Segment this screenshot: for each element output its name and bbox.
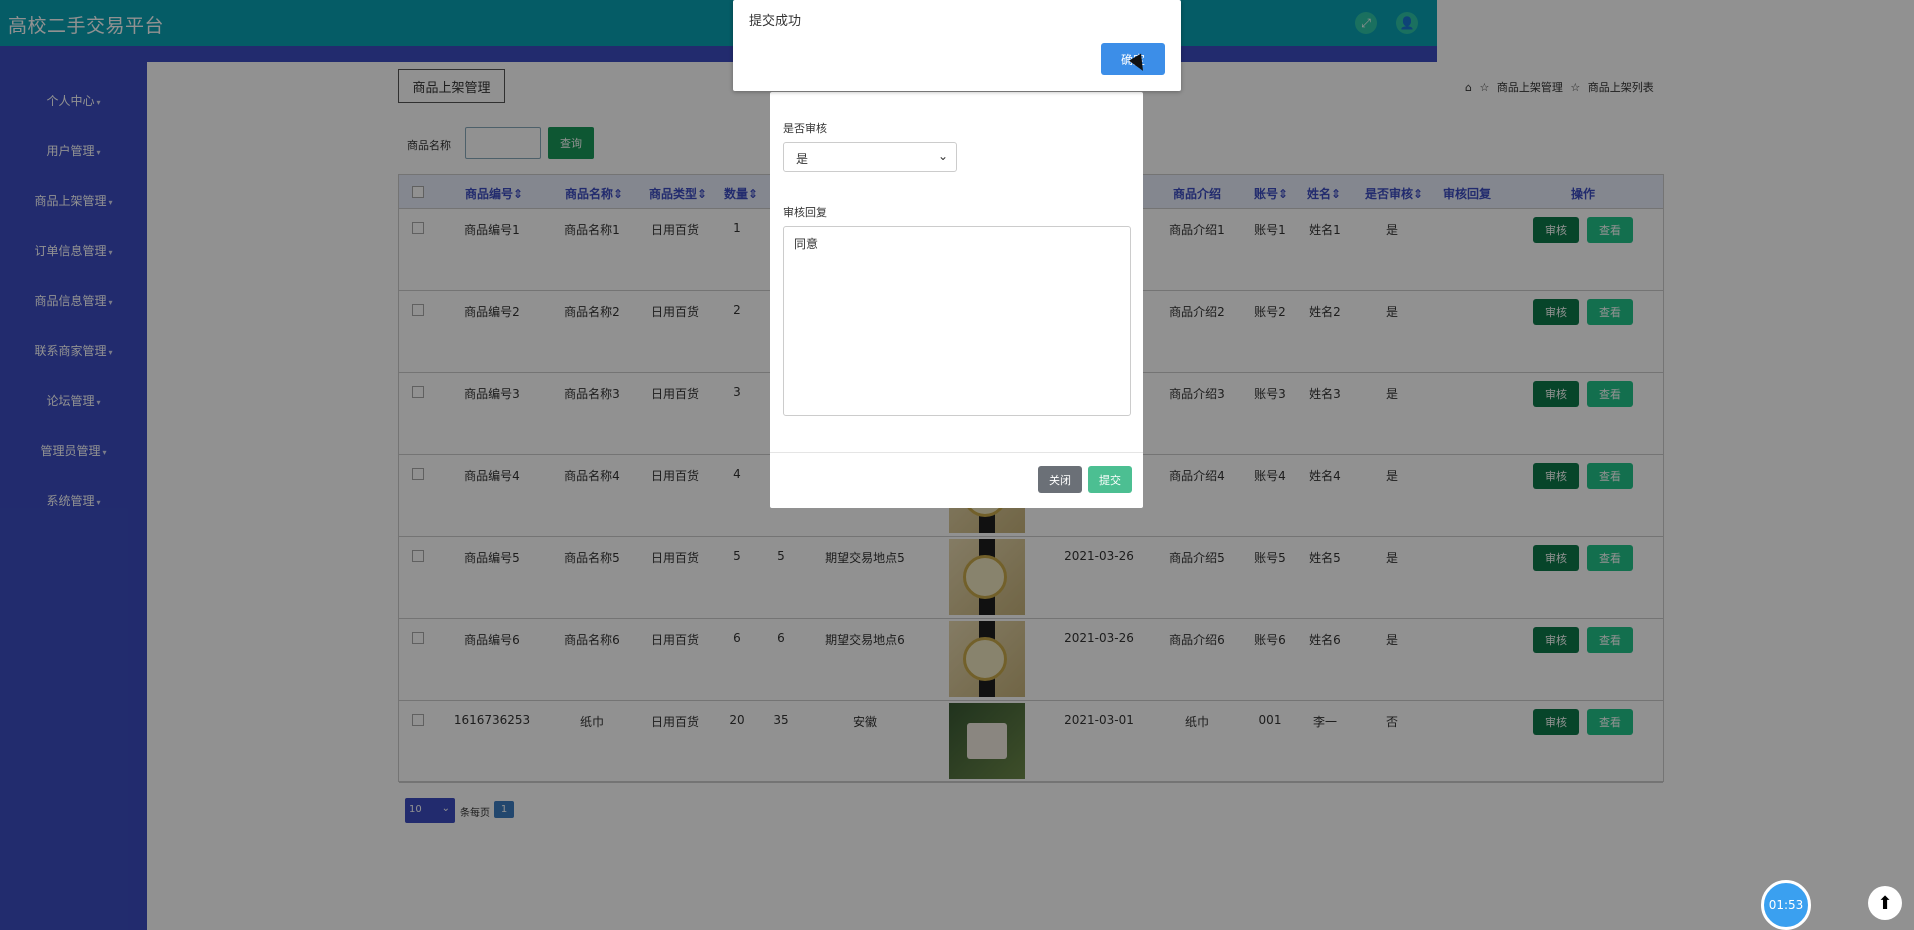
upload-icon[interactable]: ⬆: [1868, 886, 1902, 920]
alert-message: 提交成功: [749, 14, 802, 29]
close-button[interactable]: 关闭: [1038, 466, 1082, 493]
reply-label: 审核回复: [783, 206, 827, 219]
reply-textarea[interactable]: 同意: [783, 226, 1131, 416]
success-alert: 提交成功 确定: [733, 0, 1181, 91]
audit-label: 是否审核: [783, 122, 827, 135]
chevron-down-icon: ⌄: [937, 149, 948, 163]
review-modal: 是否审核 是 ⌄ 审核回复 同意 关闭 提交: [770, 92, 1143, 508]
audit-select[interactable]: 是 ⌄: [783, 142, 957, 172]
submit-button[interactable]: 提交: [1088, 466, 1132, 493]
timer-badge[interactable]: 01:53: [1761, 880, 1811, 930]
